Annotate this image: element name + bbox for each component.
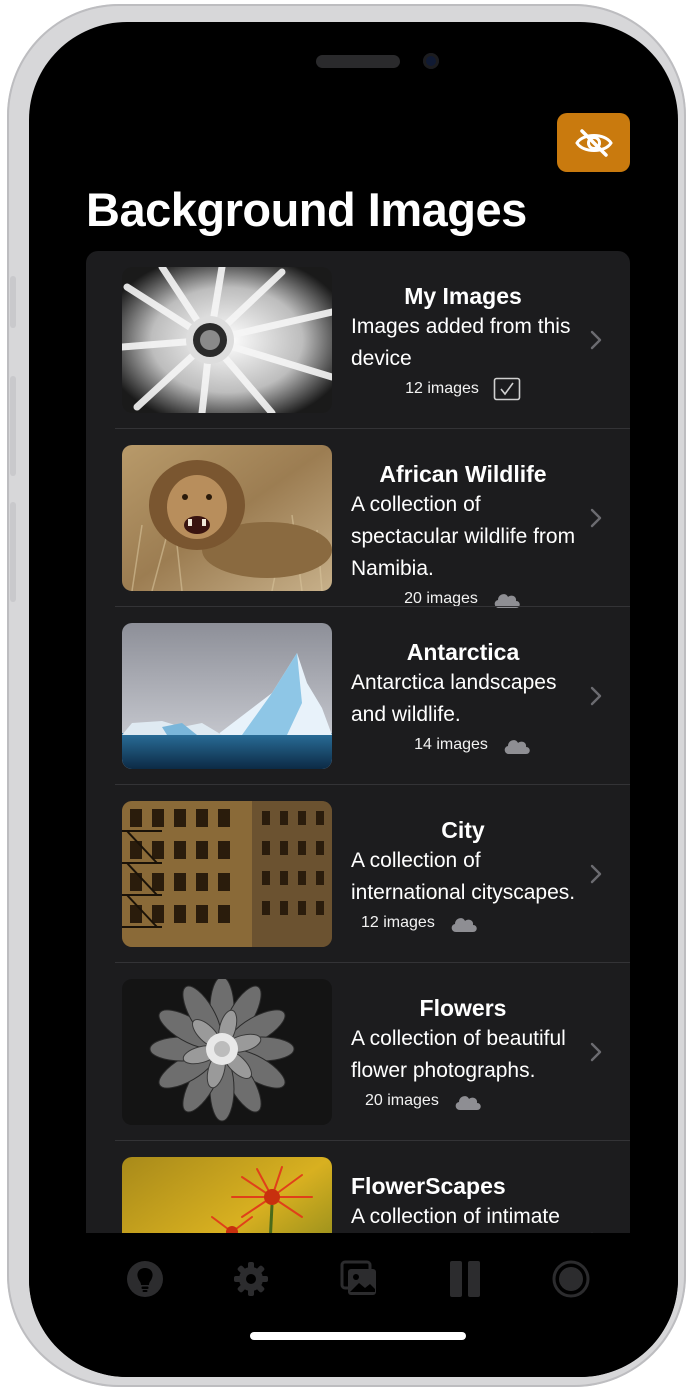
thumbnail-dahlia (122, 979, 332, 1125)
image-count: 14 images (414, 736, 488, 753)
lightbulb-icon (127, 1261, 163, 1297)
chevron-right-icon (590, 1042, 602, 1062)
collection-description: A collection of spectacular wildlife fro… (351, 493, 576, 580)
volume-down-button (10, 502, 16, 602)
home-indicator[interactable] (250, 1332, 466, 1340)
tab-pause[interactable] (441, 1255, 489, 1303)
collection-description: Antarctica landscapes and wildlife. (351, 671, 557, 726)
volume-up-button (10, 376, 16, 476)
collection-row-flowerscapes[interactable]: FlowerScapes A collection of intimate fl… (86, 1141, 630, 1233)
front-camera (423, 53, 439, 69)
tab-settings[interactable] (227, 1255, 275, 1303)
gear-icon (234, 1262, 268, 1296)
image-count: 12 images (405, 380, 479, 397)
image-count: 12 images (361, 914, 435, 931)
image-count: 20 images (365, 1092, 439, 1109)
collection-description: Images added from this device (351, 315, 571, 370)
cloud-icon (504, 740, 530, 754)
photo-stack-icon (340, 1260, 376, 1295)
collection-row-antarctica[interactable]: Antarctica Antarctica landscapes and wil… (86, 607, 630, 785)
collection-name: My Images (404, 283, 522, 309)
tab-circle[interactable] (547, 1255, 595, 1303)
checkbox-checked-icon[interactable] (493, 377, 521, 401)
collection-list[interactable]: My Images Images added from this device … (86, 251, 630, 1233)
tab-background-images[interactable] (335, 1255, 383, 1303)
collection-description: A collection of beautiful flower photogr… (351, 1027, 566, 1082)
page-title: Background Images (86, 183, 527, 236)
screen: Background Images My Images Images added… (29, 22, 678, 1377)
thumbnail-red-flowers (122, 1157, 332, 1233)
thumbnail-lion (122, 445, 332, 591)
collection-description: A collection of intimate flower (351, 1205, 560, 1228)
chevron-right-icon (590, 330, 602, 350)
cloud-icon (455, 1096, 481, 1110)
collection-row-flowers[interactable]: Flowers A collection of beautiful flower… (86, 963, 630, 1141)
collection-name: FlowerScapes (351, 1173, 506, 1199)
collection-name: African Wildlife (379, 461, 547, 487)
eye-slash-icon (574, 128, 613, 157)
mute-switch (10, 276, 16, 328)
collection-name: City (441, 817, 485, 843)
collection-name: Antarctica (406, 639, 520, 665)
collection-description: A collection of international cityscapes… (351, 849, 576, 904)
collection-row-city[interactable]: City A collection of international citys… (86, 785, 630, 963)
collection-name: Flowers (419, 995, 507, 1021)
collection-row-african-wildlife[interactable]: African Wildlife A collection of spectac… (86, 429, 630, 608)
tab-bar (29, 1233, 678, 1377)
chevron-right-icon (590, 508, 602, 528)
chevron-right-icon (590, 864, 602, 884)
cloud-icon (451, 918, 477, 932)
speaker-grille (316, 55, 400, 68)
thumbnail-iceberg (122, 623, 332, 769)
thumbnail-daisy (122, 267, 332, 413)
thumbnail-building (122, 801, 332, 947)
circle-target-icon (552, 1260, 590, 1298)
tab-tips[interactable] (121, 1255, 169, 1303)
pause-icon (450, 1261, 480, 1297)
hide-images-button[interactable] (557, 113, 630, 172)
collection-row-my-images[interactable]: My Images Images added from this device … (86, 251, 630, 429)
chevron-right-icon (590, 686, 602, 706)
phone-frame: Background Images My Images Images added… (7, 4, 686, 1387)
